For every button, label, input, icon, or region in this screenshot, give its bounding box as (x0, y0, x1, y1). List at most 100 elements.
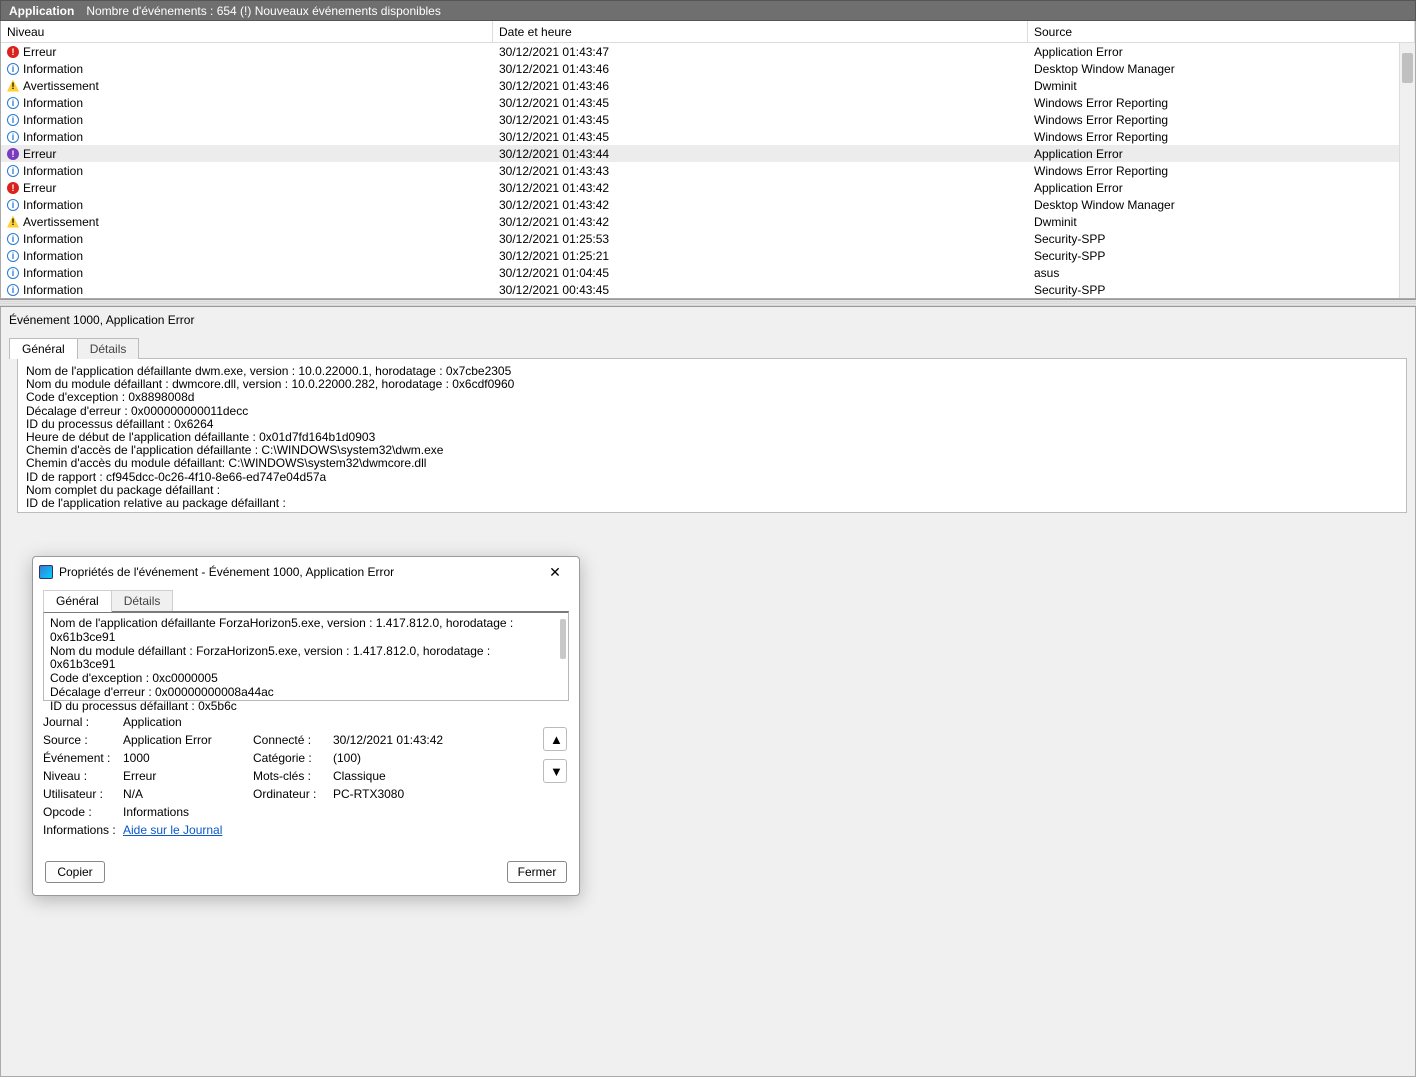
detail-text[interactable]: Nom de l'application défaillante dwm.exe… (17, 358, 1407, 513)
prev-event-button[interactable]: ▲ (543, 727, 567, 751)
table-row[interactable]: iInformation30/12/2021 01:43:46Desktop W… (1, 60, 1415, 77)
cell-level: Avertissement (23, 79, 99, 93)
table-row[interactable]: iInformation30/12/2021 01:25:53Security-… (1, 230, 1415, 247)
scrollbar[interactable] (1399, 43, 1415, 298)
dialog-title: Propriétés de l'événement - Événement 10… (59, 565, 537, 579)
table-row[interactable]: iInformation30/12/2021 01:04:45asus (1, 264, 1415, 281)
cell-date: 30/12/2021 01:43:42 (493, 215, 1028, 229)
info-icon: i (7, 97, 19, 109)
info-icon: i (7, 199, 19, 211)
table-row[interactable]: i Information 30/12/2021 01:43:45Windows E… (1, 94, 1415, 111)
table-row[interactable]: i Information 30/12/2021 00:43:45Security-… (1, 281, 1415, 298)
cell-date: 30/12/2021 01:04:45 (493, 266, 1028, 280)
cell-level: Information (23, 283, 83, 297)
close-icon[interactable]: ✕ (537, 561, 573, 583)
table-row[interactable]: i Information 30/12/2021 01:43:45Windows E… (1, 111, 1415, 128)
label-user: Utilisateur : (43, 787, 123, 801)
event-table: Niveau Date et heure Source !Erreur30/12… (0, 21, 1416, 299)
table-row[interactable]: Avertissement30/12/2021 01:43:46Dwminit (1, 77, 1415, 94)
cell-source: Desktop Window Manager (1028, 62, 1415, 76)
cell-date: 30/12/2021 00:43:45 (493, 283, 1028, 297)
cell-source: Application Error (1028, 45, 1415, 59)
col-header-source[interactable]: Source (1028, 21, 1415, 42)
splitter[interactable] (0, 299, 1416, 307)
cell-source: Windows Error Reporting (1028, 96, 1415, 110)
cell-source: Application Error (1028, 181, 1415, 195)
dialog-tab-general[interactable]: Général (43, 590, 112, 612)
table-row[interactable]: iInformation30/12/2021 01:25:21Security-… (1, 247, 1415, 264)
cell-level: Information (23, 62, 83, 76)
label-connected: Connecté : (253, 733, 333, 747)
label-keywords: Mots-clés : (253, 769, 333, 783)
error-icon: ! (7, 46, 19, 58)
value-keywords: Classique (333, 769, 463, 783)
table-row[interactable]: ! Erreur 30/12/2021 01:43:44Application Er… (1, 145, 1415, 162)
label-computer: Ordinateur : (253, 787, 333, 801)
dialog-text[interactable]: Nom de l'application défaillante ForzaHo… (43, 611, 569, 701)
warn-icon (7, 216, 19, 228)
value-journal: Application (123, 715, 253, 729)
cell-source: Security-SPP (1028, 249, 1415, 263)
event-heading: Événement 1000, Application Error (1, 307, 1415, 331)
next-event-button[interactable]: ▼ (543, 759, 567, 783)
help-link[interactable]: Aide sur le Journal (123, 823, 222, 837)
error-icon: ! (7, 148, 19, 160)
cell-date: 30/12/2021 01:43:47 (493, 45, 1028, 59)
cell-level: Erreur (23, 147, 56, 161)
table-row[interactable]: !Erreur30/12/2021 01:43:42Application Er… (1, 179, 1415, 196)
value-opcode: Informations (123, 805, 253, 819)
table-body: !Erreur30/12/2021 01:43:47Application Er… (1, 43, 1415, 298)
dialog-tabs: Général Détails (43, 589, 569, 611)
app-bar: Application Nombre d'événements : 654 (!… (0, 0, 1416, 21)
table-header: Niveau Date et heure Source (1, 21, 1415, 43)
info-icon: i (7, 114, 19, 126)
dialog-fields: Journal : Application Source : Applicati… (43, 715, 569, 837)
cell-level: Information (23, 113, 83, 127)
label-category: Catégorie : (253, 751, 333, 765)
cell-level: Information (23, 232, 83, 246)
info-icon: i (7, 284, 19, 296)
cell-source: Application Error (1028, 147, 1415, 161)
value-user: N/A (123, 787, 253, 801)
label-event: Événement : (43, 751, 123, 765)
cell-source: Security-SPP (1028, 283, 1415, 297)
close-button[interactable]: Fermer (507, 861, 567, 883)
cell-source: Desktop Window Manager (1028, 198, 1415, 212)
cell-date: 30/12/2021 01:43:44 (493, 147, 1028, 161)
value-event: 1000 (123, 751, 253, 765)
label-level: Niveau : (43, 769, 123, 783)
label-opcode: Opcode : (43, 805, 123, 819)
cell-source: Windows Error Reporting (1028, 113, 1415, 127)
cell-level: Information (23, 96, 83, 110)
table-row[interactable]: !Erreur30/12/2021 01:43:47Application Er… (1, 43, 1415, 60)
cell-source: asus (1028, 266, 1415, 280)
dialog-titlebar[interactable]: Propriétés de l'événement - Événement 10… (33, 557, 579, 587)
info-icon: i (7, 250, 19, 262)
appbar-subtitle: Nombre d'événements : 654 (!) Nouveaux é… (86, 4, 441, 18)
col-header-level[interactable]: Niveau (1, 21, 493, 42)
value-computer: PC-RTX3080 (333, 787, 463, 801)
label-info: Informations : (43, 823, 123, 837)
appbar-title: Application (9, 4, 74, 18)
tab-details[interactable]: Détails (77, 338, 140, 359)
col-header-date[interactable]: Date et heure (493, 21, 1028, 42)
cell-level: Information (23, 164, 83, 178)
table-row[interactable]: Avertissement30/12/2021 01:43:42Dwminit (1, 213, 1415, 230)
dialog-icon (39, 565, 53, 579)
table-row[interactable]: iInformation30/12/2021 01:43:43Windows E… (1, 162, 1415, 179)
tab-general[interactable]: Général (9, 338, 78, 359)
cell-date: 30/12/2021 01:43:45 (493, 96, 1028, 110)
dialog-text-scrollbar[interactable] (558, 613, 568, 700)
copy-button[interactable]: Copier (45, 861, 105, 883)
cell-level: Information (23, 130, 83, 144)
table-row[interactable]: iInformation30/12/2021 01:43:42Desktop W… (1, 196, 1415, 213)
cell-level: Avertissement (23, 215, 99, 229)
detail-tabs: Général Détails (1, 337, 1415, 358)
table-row[interactable]: iInformation30/12/2021 01:43:45Windows E… (1, 128, 1415, 145)
dialog-tab-details[interactable]: Détails (111, 590, 174, 612)
cell-date: 30/12/2021 01:43:45 (493, 130, 1028, 144)
cell-date: 30/12/2021 01:43:46 (493, 79, 1028, 93)
info-icon: i (7, 267, 19, 279)
cell-date: 30/12/2021 01:43:45 (493, 113, 1028, 127)
cell-source: Windows Error Reporting (1028, 164, 1415, 178)
